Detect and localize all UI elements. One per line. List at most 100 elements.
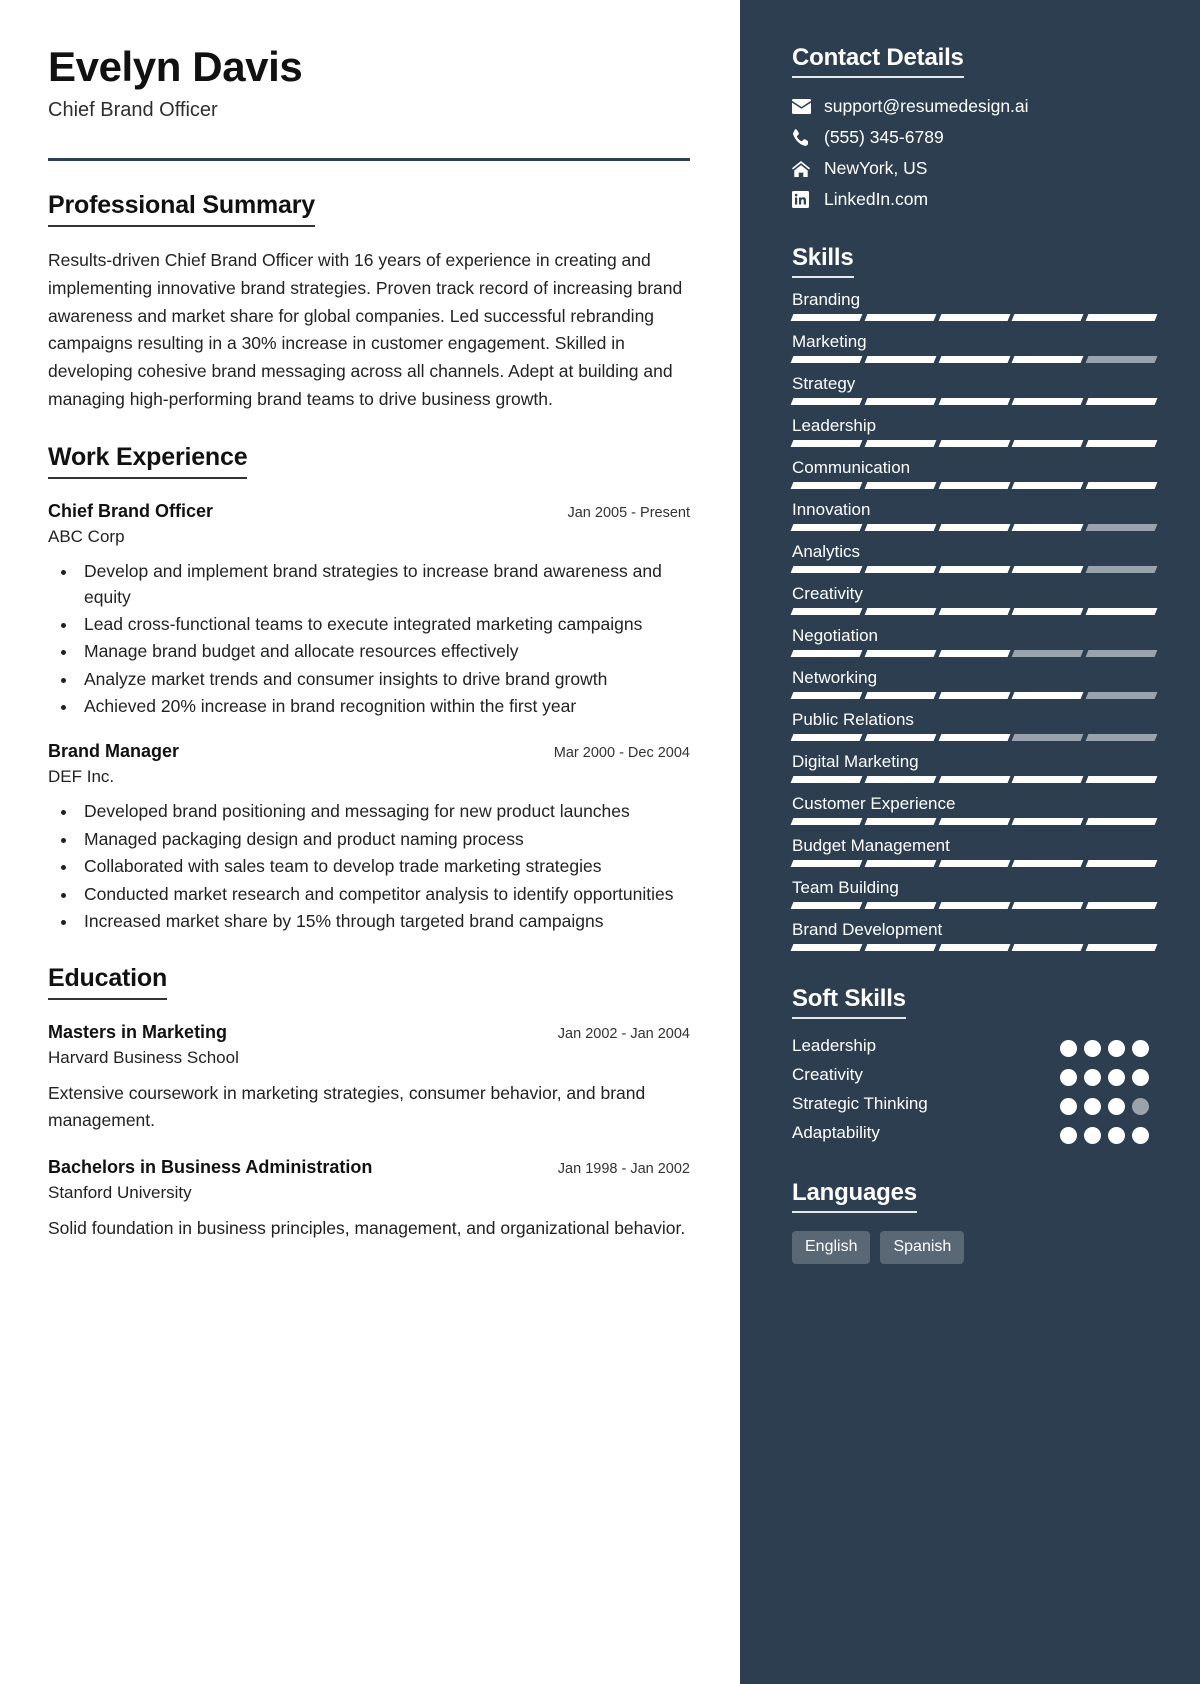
resume-page: Evelyn Davis Chief Brand Officer Profess… [0,0,1200,1684]
skill-item: Innovation [790,500,1158,531]
skill-bar-segment [1085,650,1158,657]
education-entry: Bachelors in Business Administration Jan … [48,1157,690,1242]
skill-bar-segment [864,314,937,321]
skill-bar-segment [864,902,937,909]
skill-bar-segment [938,314,1010,321]
skill-level-bar [790,608,1158,615]
list-item: Manage brand budget and allocate resourc… [78,639,690,664]
rating-dot [1132,1126,1149,1144]
skill-bar-segment [1011,902,1084,909]
skill-name: Negotiation [792,626,879,645]
main-column: Evelyn Davis Chief Brand Officer Profess… [0,0,740,1684]
skill-bar-segment [790,314,863,321]
skill-bar-segment [790,524,863,531]
soft-skills-section: Soft Skills Leadership Creativity Strategi… [792,985,1156,1145]
skill-bar-segment [938,692,1010,699]
list-item: Analyze market trends and consumer insig… [78,667,690,692]
skill-level-bar [790,398,1158,405]
skill-name: Analytics [792,542,861,561]
rating-dot [1084,1126,1101,1144]
list-item: Lead cross-functional teams to execute i… [78,612,690,637]
rating-dot [1132,1040,1149,1057]
skill-bar-segment [790,734,863,741]
skill-bar-segment [790,818,863,825]
skill-bar-segment [864,818,937,825]
languages-list: English Spanish [792,1230,1156,1264]
list-item: Increased market share by 15% through ta… [78,909,690,934]
skill-level-bar [790,650,1158,657]
skill-bar-segment [1011,482,1084,489]
skill-bar-segment [938,860,1010,867]
contact-value: (555) 345-6789 [824,127,944,147]
skill-name: Strategy [792,374,856,393]
skill-name: Public Relations [792,710,914,729]
soft-skill-row: Creativity [792,1064,1156,1087]
skill-bar-segment [864,650,937,657]
skill-bar-segment [938,776,1010,783]
home-icon [792,160,818,177]
rating-dot [1084,1097,1101,1115]
contact-row[interactable]: (555) 345-6789 [792,127,1156,148]
rating-dot [1132,1068,1149,1086]
header-block: Evelyn Davis Chief Brand Officer [48,44,690,162]
skill-bar-segment [938,524,1010,531]
section-heading-soft-skills: Soft Skills [792,985,906,1019]
skill-level-bar [790,482,1158,489]
contact-row[interactable]: NewYork, US [792,158,1156,179]
soft-skill-rating [1060,1064,1156,1086]
skill-bar-segment [1085,902,1158,909]
skill-name: Marketing [792,332,867,351]
skill-bar-segment [1085,692,1158,699]
section-heading-summary: Professional Summary [48,191,315,228]
skill-bar-segment [938,944,1010,951]
skill-bar-segment [1011,398,1084,405]
soft-skill-row: Leadership [792,1035,1156,1058]
skill-item: Marketing [790,332,1158,363]
section-heading-education: Education [48,964,167,1001]
skill-bar-segment [790,860,863,867]
skill-bar-segment [938,440,1010,447]
skill-bar-segment [864,524,937,531]
list-item: Developed brand positioning and messagin… [78,799,690,824]
header-divider [48,158,690,162]
skill-bar-segment [1085,944,1158,951]
work-entry-bullets: Develop and implement brand strategies t… [48,559,690,719]
skill-bar-segment [1085,524,1158,531]
education-entry-header: Masters in Marketing Jan 2002 - Jan 2004 [48,1022,690,1043]
skill-level-bar [790,566,1158,573]
skill-bar-segment [864,860,937,867]
skill-name: Leadership [792,416,877,435]
contact-row[interactable]: LinkedIn.com [792,189,1156,210]
education-entry-date: Jan 1998 - Jan 2002 [557,1160,690,1177]
skill-item: Creativity [790,584,1158,615]
skill-bar-segment [864,356,937,363]
skill-name: Customer Experience [792,794,956,813]
skill-bar-segment [1085,398,1158,405]
rating-dot [1108,1068,1125,1086]
skill-bar-segment [938,734,1010,741]
skill-bar-segment [864,398,937,405]
skill-bar-segment [1011,734,1084,741]
skill-item: Public Relations [790,710,1158,741]
skill-bar-segment [790,944,863,951]
education-entry-description: Extensive coursework in marketing strate… [48,1083,646,1131]
contact-row[interactable]: support@resumedesign.ai [792,96,1156,117]
rating-dot [1108,1040,1125,1057]
skill-bar-segment [790,482,863,489]
rating-dot [1060,1097,1077,1115]
skill-bar-segment [1011,314,1084,321]
skill-bar-segment [790,566,863,573]
work-entry: Brand Manager Mar 2000 - Dec 2004 DEF Inc.… [48,741,690,934]
skill-item: Leadership [790,416,1158,447]
work-entry-role: Brand Manager [48,741,180,762]
language-chip: English [792,1230,871,1264]
skill-level-bar [790,944,1158,951]
skill-level-bar [790,818,1158,825]
skills-section: Skills Branding Marketing Strategy Leadersh… [790,244,1158,951]
skill-bar-segment [1011,524,1084,531]
professional-summary-section: Professional Summary Results-driven Chie… [48,191,690,413]
work-entry: Chief Brand Officer Jan 2005 - Present ABC… [48,501,690,719]
skill-name: Team Building [792,878,899,897]
skill-bar-segment [1011,608,1084,615]
list-item: Develop and implement brand strategies t… [78,559,690,610]
